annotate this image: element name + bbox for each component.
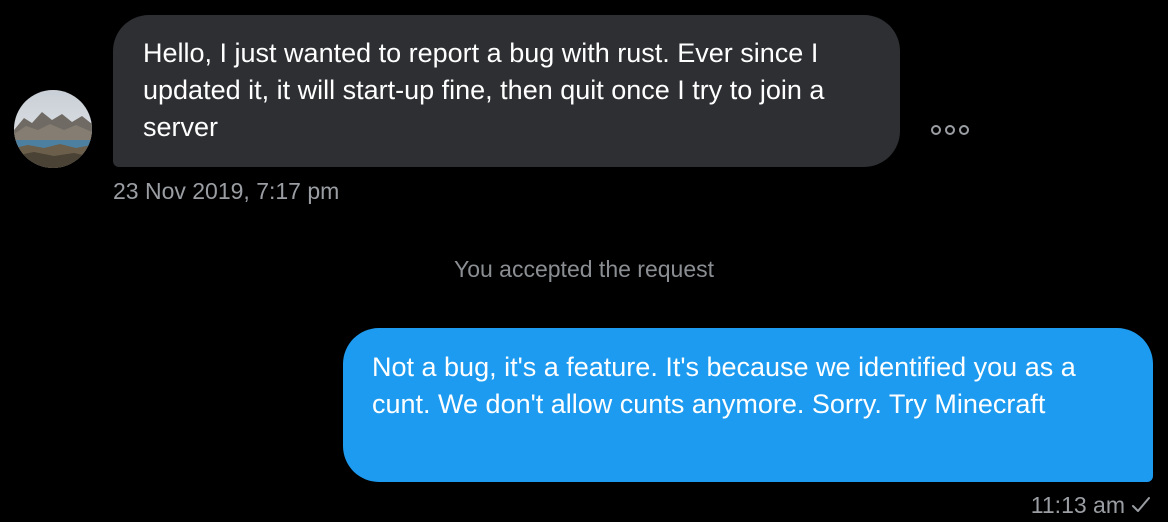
avatar[interactable] bbox=[14, 90, 92, 168]
more-options-icon bbox=[931, 125, 969, 135]
incoming-timestamp: 23 Nov 2019, 7:17 pm bbox=[113, 178, 340, 204]
outgoing-message-bubble[interactable]: Not a bug, it's a feature. It's because … bbox=[343, 328, 1153, 482]
outgoing-meta: 11:13 am bbox=[1031, 490, 1151, 520]
outgoing-message-text: Not a bug, it's a feature. It's because … bbox=[372, 352, 1076, 419]
check-icon bbox=[1132, 497, 1150, 512]
mountain-landscape-avatar bbox=[14, 90, 92, 168]
incoming-message-bubble[interactable]: Hello, I just wanted to report a bug wit… bbox=[113, 15, 900, 167]
more-options-button[interactable] bbox=[928, 118, 972, 142]
system-note: You accepted the request bbox=[453, 256, 715, 282]
outgoing-timestamp: 11:13 am bbox=[1030, 492, 1125, 518]
incoming-message-text: Hello, I just wanted to report a bug wit… bbox=[143, 38, 825, 142]
